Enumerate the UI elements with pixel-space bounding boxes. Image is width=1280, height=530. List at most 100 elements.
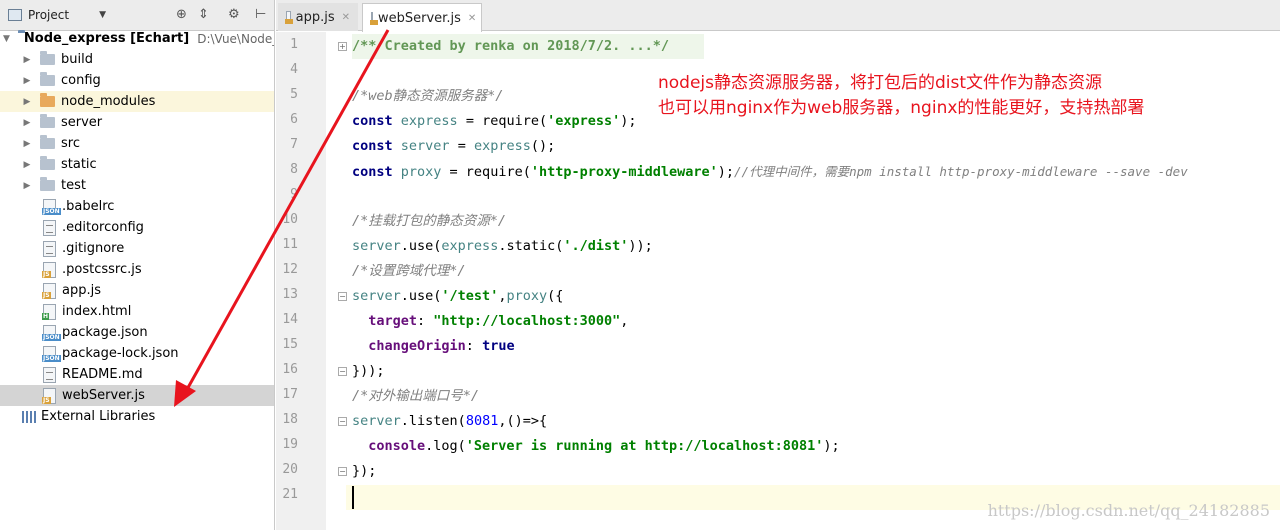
close-icon[interactable]: ✕ bbox=[342, 12, 350, 23]
line-number: 20 bbox=[282, 462, 298, 477]
code-line-11: server.use(express.static('./dist')); bbox=[352, 234, 653, 259]
tree-item-label: config bbox=[61, 73, 101, 88]
code-text: ); bbox=[717, 164, 735, 180]
chevron-down-icon[interactable]: ▼ bbox=[99, 10, 106, 20]
tree-item[interactable]: ▶ src bbox=[0, 133, 274, 154]
plain-file-icon bbox=[43, 240, 56, 257]
tree-item-label: README.md bbox=[62, 367, 143, 382]
tree-item[interactable]: .editorconfig bbox=[0, 217, 274, 238]
folder-icon bbox=[40, 93, 55, 107]
tree-item-label: .babelrc bbox=[62, 199, 115, 214]
expand-arrow-icon[interactable]: ▶ bbox=[22, 118, 32, 128]
collapse-all-icon[interactable]: ⇕ bbox=[198, 7, 209, 22]
code-text: .listen( bbox=[400, 413, 466, 429]
tree-item-label: src bbox=[61, 136, 80, 151]
code-line-7: const server = express(); bbox=[352, 134, 555, 159]
line-number: 6 bbox=[290, 112, 298, 127]
tree-item[interactable]: .gitignore bbox=[0, 238, 274, 259]
fold-end-icon[interactable]: − bbox=[338, 467, 347, 476]
fold-end-icon[interactable]: − bbox=[338, 367, 347, 376]
tree-item-label: .gitignore bbox=[62, 241, 125, 256]
string: 'express' bbox=[547, 113, 621, 129]
scroll-from-source-icon[interactable]: ⊕ bbox=[176, 7, 187, 22]
js-file-icon bbox=[285, 10, 293, 24]
tree-item[interactable]: JSON package.json bbox=[0, 322, 274, 343]
tree-item[interactable]: ▶ static bbox=[0, 154, 274, 175]
tree-item[interactable]: JS .postcssrc.js bbox=[0, 259, 274, 280]
code-line-6: const express = require('express'); bbox=[352, 109, 637, 134]
string: 'http-proxy-middleware' bbox=[530, 164, 718, 180]
project-view-selector[interactable]: Project bbox=[28, 8, 69, 22]
tree-item[interactable]: ▶ config bbox=[0, 70, 274, 91]
expand-arrow-icon[interactable]: ▶ bbox=[22, 181, 32, 191]
identifier: express bbox=[400, 113, 458, 129]
tree-item-label: server bbox=[61, 115, 103, 130]
tree-root-node[interactable]: ▼ Node_express [Echart] D:\Vue\Node_ex bbox=[0, 28, 274, 49]
code-text: : bbox=[417, 313, 434, 329]
keyword: const bbox=[352, 138, 393, 154]
expand-arrow-icon[interactable]: ▶ bbox=[22, 55, 32, 65]
code-text: ({ bbox=[547, 288, 564, 304]
line-number: 7 bbox=[290, 137, 298, 152]
tree-item[interactable]: ▶ node_modules bbox=[0, 91, 274, 112]
identifier: server bbox=[352, 413, 401, 429]
line-number: 18 bbox=[282, 412, 298, 427]
line-number: 5 bbox=[290, 87, 298, 102]
line-number: 16 bbox=[282, 362, 298, 377]
tree-item-external-libraries[interactable]: External Libraries bbox=[0, 406, 274, 427]
code-line-10: /*挂载打包的静态资源*/ bbox=[352, 209, 506, 234]
comment: /*挂载打包的静态资源*/ bbox=[352, 213, 507, 229]
folder-icon bbox=[40, 72, 55, 86]
tree-item[interactable]: JS webServer.js bbox=[0, 385, 274, 406]
tree-item[interactable]: ▶ server bbox=[0, 112, 274, 133]
code-line-16: })); bbox=[352, 359, 385, 384]
fold-expand-icon[interactable]: + bbox=[338, 42, 347, 51]
code-line-1: /** Created by renka on 2018/7/2. ...*/ bbox=[352, 34, 669, 59]
code-text: .use( bbox=[400, 238, 442, 254]
gear-icon[interactable]: ⚙ bbox=[228, 7, 240, 22]
line-number: 15 bbox=[282, 337, 298, 352]
line-number: 12 bbox=[282, 262, 298, 277]
js-file-icon: JS bbox=[42, 282, 56, 299]
expand-arrow-icon[interactable]: ▶ bbox=[22, 139, 32, 149]
expand-arrow-icon[interactable]: ▼ bbox=[3, 34, 10, 44]
line-number: 19 bbox=[282, 437, 298, 452]
close-icon[interactable]: ✕ bbox=[468, 13, 476, 24]
tree-item[interactable]: JSON .babelrc bbox=[0, 196, 274, 217]
gutter-fold-area bbox=[326, 32, 346, 530]
keyword: true bbox=[482, 338, 515, 354]
tab-app-js[interactable]: app.js ✕ bbox=[278, 3, 358, 31]
tree-item-label: static bbox=[61, 157, 97, 172]
expand-arrow-icon[interactable]: ▶ bbox=[22, 76, 32, 86]
folder-icon bbox=[40, 135, 55, 149]
code-text: , bbox=[620, 313, 629, 329]
tree-item[interactable]: ▶ test bbox=[0, 175, 274, 196]
expand-arrow-icon[interactable]: ▶ bbox=[22, 97, 32, 107]
html-file-icon: H bbox=[42, 303, 56, 320]
code-line-12: /*设置跨域代理*/ bbox=[352, 259, 466, 284]
code-line-5: /*web静态资源服务器*/ bbox=[352, 84, 503, 109]
tree-item[interactable]: JS app.js bbox=[0, 280, 274, 301]
file-type-badge: JS bbox=[42, 291, 51, 299]
hide-panel-icon[interactable]: ⊢ bbox=[255, 7, 266, 22]
line-number: 11 bbox=[282, 237, 298, 252]
tree-item[interactable]: ▶ build bbox=[0, 49, 274, 70]
code-text: .log( bbox=[425, 438, 466, 454]
tree-item[interactable]: README.md bbox=[0, 364, 274, 385]
text-caret bbox=[352, 486, 354, 509]
fold-collapse-icon[interactable]: − bbox=[338, 292, 347, 301]
fold-collapse-icon[interactable]: − bbox=[338, 417, 347, 426]
tree-item-label: .postcssrc.js bbox=[62, 262, 142, 277]
tab-webserver-js[interactable]: webServer.js ✕ bbox=[362, 3, 482, 32]
tree-item-label: package-lock.json bbox=[62, 346, 179, 361]
folder-icon bbox=[40, 114, 55, 128]
tree-item[interactable]: JSON package-lock.json bbox=[0, 343, 274, 364]
plain-file-icon bbox=[43, 366, 56, 383]
string: "http://localhost:3000" bbox=[433, 313, 621, 329]
doc-comment: /** Created by renka on 2018/7/2. ...*/ bbox=[352, 38, 669, 54]
code-line-15: changeOrigin: true bbox=[352, 334, 515, 359]
expand-arrow-icon[interactable]: ▶ bbox=[22, 160, 32, 170]
code-line-18: server.listen(8081,()=>{ bbox=[352, 409, 547, 434]
code-line-8: const proxy = require('http-proxy-middle… bbox=[352, 159, 1188, 184]
tree-item[interactable]: Hindex.html bbox=[0, 301, 274, 322]
